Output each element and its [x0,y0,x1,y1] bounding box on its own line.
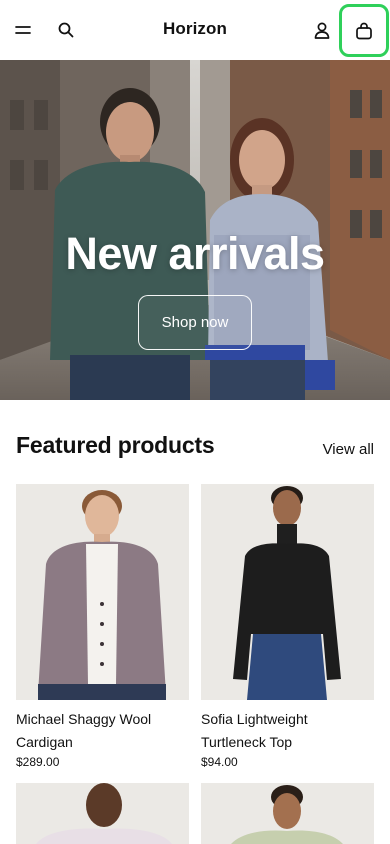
product-price: $94.00 [201,755,238,769]
product-name[interactable]: Michael Shaggy Wool Cardigan [16,708,189,754]
shop-now-button[interactable]: Shop now [138,295,252,350]
product-card[interactable]: Michael Shaggy Wool Cardigan $289.00 [16,484,189,769]
product-image[interactable] [16,783,189,844]
cart-button[interactable] [339,4,389,57]
user-icon [314,22,330,39]
product-card[interactable]: Sofia Lightweight Turtleneck Top $94.00 [201,484,374,769]
account-button[interactable] [308,16,336,44]
product-price: $289.00 [16,755,60,769]
shopping-bag-icon [356,22,372,39]
view-all-link[interactable]: View all [323,441,374,458]
product-image[interactable] [201,783,374,844]
hero-banner: New arrivals Shop now [0,60,390,400]
featured-products-heading: Featured products [16,432,215,458]
product-name[interactable]: Sofia Lightweight Turtleneck Top [201,708,374,754]
site-header: Horizon [0,0,390,60]
hero-title: New arrivals [65,228,325,279]
product-image[interactable] [16,484,189,700]
product-image[interactable] [201,484,374,700]
